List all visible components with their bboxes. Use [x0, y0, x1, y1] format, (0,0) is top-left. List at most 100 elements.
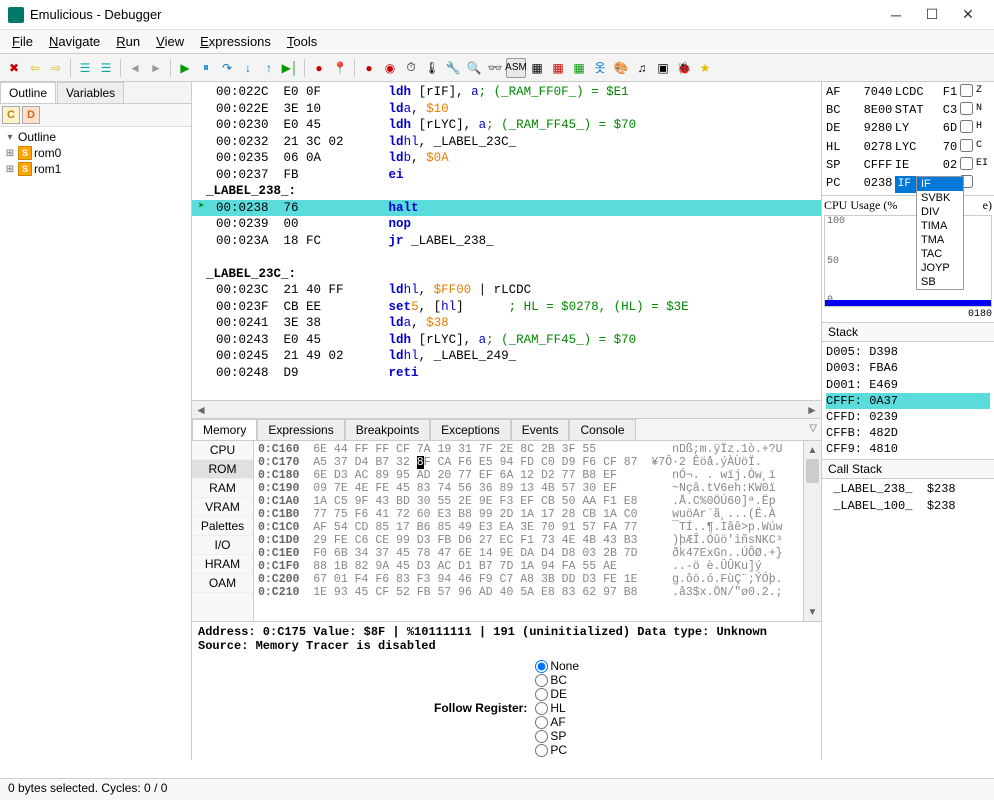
tb-search-icon[interactable]: 🔍: [464, 58, 484, 78]
tb-stepout-icon[interactable]: ↑: [259, 58, 279, 78]
reg-row-pc[interactable]: PC0238IF ▾E1: [824, 175, 992, 193]
stack-row[interactable]: CFFD: 0239: [826, 409, 990, 425]
tb-prev-icon[interactable]: ◄: [125, 58, 145, 78]
ifopt-sb[interactable]: SB: [917, 275, 963, 289]
tb-wrench-icon[interactable]: 🔧: [443, 58, 463, 78]
reg-row-de[interactable]: DE9280LY6DH: [824, 120, 992, 138]
scroll-left-icon[interactable]: ◄: [192, 401, 210, 419]
memory-hex-view[interactable]: 0:C160 6E 44 FF FF CF 7A 19 31 7F 2E 8C …: [254, 441, 803, 621]
code-line[interactable]: [192, 249, 821, 266]
ifopt-svbk[interactable]: SVBK: [917, 191, 963, 205]
menu-expressions[interactable]: Expressions: [192, 32, 279, 51]
tb-pin-icon[interactable]: 📍: [330, 58, 350, 78]
follow-pc[interactable]: PC: [535, 743, 579, 757]
stack-row[interactable]: CFFF: 0A37: [826, 393, 990, 409]
menu-view[interactable]: View: [148, 32, 192, 51]
tree-item-rom0[interactable]: ⊞Srom0: [4, 145, 187, 161]
stack-row[interactable]: D003: FBA6: [826, 360, 990, 376]
callstack-row[interactable]: _LABEL_100_ $238: [826, 498, 990, 514]
tb-run-icon[interactable]: ▶: [175, 58, 195, 78]
code-line[interactable]: _LABEL_249_:: [192, 398, 821, 401]
outline-filter-c[interactable]: C: [2, 106, 20, 124]
code-line[interactable]: _LABEL_238_:: [192, 183, 821, 200]
tb-list1-icon[interactable]: ☰: [75, 58, 95, 78]
tb-palette-icon[interactable]: 🎨: [611, 58, 631, 78]
menu-file[interactable]: File: [4, 32, 41, 51]
memcat-palettes[interactable]: Palettes: [192, 517, 253, 536]
code-line[interactable]: 00:023F CB EE set 5, [hl] ; HL = $0278, …: [192, 299, 821, 316]
tb-person-icon[interactable]: 옷: [590, 58, 610, 78]
code-line[interactable]: ➤ 00:0238 76 halt: [192, 200, 821, 217]
bottomtab-memory[interactable]: Memory: [192, 419, 257, 440]
code-line[interactable]: 00:023C 21 40 FF ld hl, $FF00 | rLCDC: [192, 282, 821, 299]
tb-delete-icon[interactable]: ✖: [4, 58, 24, 78]
close-button[interactable]: ✕: [950, 1, 986, 29]
tb-runto-icon[interactable]: ▶│: [280, 58, 300, 78]
bottomtab-breakpoints[interactable]: Breakpoints: [345, 419, 430, 440]
tb-back-icon[interactable]: ⇦: [25, 58, 45, 78]
mem-row[interactable]: 0:C1D0 29 FE C6 CE 99 D3 FB D6 27 EC F1 …: [258, 534, 799, 547]
bottomtab-console[interactable]: Console: [569, 419, 635, 440]
menu-run[interactable]: Run: [108, 32, 148, 51]
menu-tools[interactable]: Tools: [279, 32, 325, 51]
scroll-up-icon[interactable]: ▲: [804, 441, 821, 459]
memory-vscrollbar[interactable]: ▲ ▼: [803, 441, 821, 621]
memcat-cpu[interactable]: CPU: [192, 441, 253, 460]
tb-bp-icon[interactable]: ●: [359, 58, 379, 78]
code-line[interactable]: 00:0232 21 3C 02 ld hl, _LABEL_23C_: [192, 134, 821, 151]
tb-chip-icon[interactable]: ▣: [653, 58, 673, 78]
tabs-overflow-icon[interactable]: ▽: [809, 423, 817, 434]
code-line[interactable]: _LABEL_23C_:: [192, 266, 821, 283]
code-line[interactable]: 00:0241 3E 38 ld a, $38: [192, 315, 821, 332]
tb-glasses-icon[interactable]: 👓: [485, 58, 505, 78]
tree-item-rom1[interactable]: ⊞Srom1: [4, 161, 187, 177]
memcat-vram[interactable]: VRAM: [192, 498, 253, 517]
menu-navigate[interactable]: Navigate: [41, 32, 108, 51]
tree-root[interactable]: ▾Outline: [4, 129, 187, 145]
ifopt-tma[interactable]: TMA: [917, 233, 963, 247]
callstack-row[interactable]: _LABEL_238_ $238: [826, 481, 990, 497]
code-line[interactable]: 00:0235 06 0A ld b, $0A: [192, 150, 821, 167]
mem-row[interactable]: 0:C210 1E 93 45 CF 52 FB 57 96 AD 40 5A …: [258, 586, 799, 599]
code-line[interactable]: 00:0243 E0 45 ldh [rLYC], a ; (_RAM_FF45…: [192, 332, 821, 349]
code-line[interactable]: [192, 381, 821, 398]
ifopt-if[interactable]: IF: [917, 177, 963, 191]
callstack-list[interactable]: _LABEL_238_ $238 _LABEL_100_ $238: [822, 479, 994, 515]
memcat-hram[interactable]: HRAM: [192, 555, 253, 574]
tb-cal-icon[interactable]: ▦: [569, 58, 589, 78]
disassembly-view[interactable]: 00:022C E0 0F ldh [rIF], a ; (_RAM_FF0F_…: [192, 82, 821, 400]
outline-tree[interactable]: ▾Outline ⊞Srom0 ⊞Srom1: [0, 127, 191, 179]
memcat-oam[interactable]: OAM: [192, 574, 253, 593]
tb-record-icon[interactable]: ●: [309, 58, 329, 78]
tab-outline[interactable]: Outline: [0, 82, 56, 103]
tb-stepinto-icon[interactable]: ↓: [238, 58, 258, 78]
stack-row[interactable]: D001: E469: [826, 377, 990, 393]
tb-mem-icon[interactable]: ▦: [527, 58, 547, 78]
code-line[interactable]: 00:022C E0 0F ldh [rIF], a ; (_RAM_FF0F_…: [192, 84, 821, 101]
code-line[interactable]: 00:0237 FB ei: [192, 167, 821, 184]
tb-bp2-icon[interactable]: ◉: [380, 58, 400, 78]
code-line[interactable]: 00:0239 00 nop: [192, 216, 821, 233]
scroll-down-icon[interactable]: ▼: [804, 603, 821, 621]
bottomtab-expressions[interactable]: Expressions: [257, 419, 344, 440]
stack-row[interactable]: CFFB: 482D: [826, 425, 990, 441]
mem-row[interactable]: 0:C180 6E D3 AC 89 95 AD 20 77 EF 6A 12 …: [258, 469, 799, 482]
stack-row[interactable]: D005: D398: [826, 344, 990, 360]
memcat-rom[interactable]: ROM: [192, 460, 253, 479]
reg-row-bc[interactable]: BC8E00STATC3N: [824, 102, 992, 120]
ifopt-tima[interactable]: TIMA: [917, 219, 963, 233]
mem-row[interactable]: 0:C170 A5 37 D4 B7 32 8F CA F6 E5 94 FD …: [258, 456, 799, 469]
mem-row[interactable]: 0:C160 6E 44 FF FF CF 7A 19 31 7F 2E 8C …: [258, 443, 799, 456]
follow-de[interactable]: DE: [535, 687, 579, 701]
tb-pause-icon[interactable]: ⏸: [196, 58, 216, 78]
tb-grid-icon[interactable]: ▦: [548, 58, 568, 78]
mem-row[interactable]: 0:C200 67 01 F4 F6 83 F3 94 46 F9 C7 A8 …: [258, 573, 799, 586]
tb-forward-icon[interactable]: ⇨: [46, 58, 66, 78]
tb-music-icon[interactable]: ♫: [632, 58, 652, 78]
hscrollbar[interactable]: ◄ ►: [192, 400, 821, 418]
scroll-right-icon[interactable]: ►: [803, 401, 821, 419]
ifopt-joyp[interactable]: JOYP: [917, 261, 963, 275]
tb-asm-button[interactable]: ASM: [506, 58, 526, 78]
tb-thermo-icon[interactable]: 🌡: [422, 58, 442, 78]
outline-filter-d[interactable]: D: [22, 106, 40, 124]
